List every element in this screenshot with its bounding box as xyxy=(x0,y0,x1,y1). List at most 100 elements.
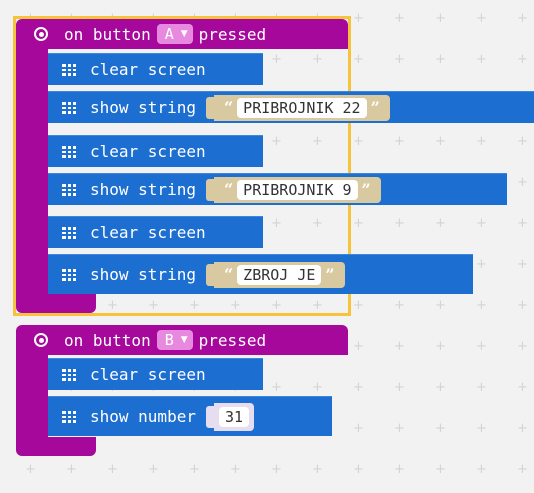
open-quote-icon: “ xyxy=(223,265,234,284)
grid-plus-mark: + xyxy=(476,462,487,477)
grid-plus-mark: + xyxy=(66,462,77,477)
target-icon xyxy=(34,333,48,347)
event-suffix: pressed xyxy=(198,24,267,44)
number-value-field[interactable]: 31 xyxy=(218,406,250,427)
show-string-block[interactable]: show string “ PRIBROJNIK 22 ” xyxy=(48,91,534,123)
grid-plus-mark: + xyxy=(271,52,282,67)
block-label: clear screen xyxy=(90,365,206,384)
grid-plus-mark: + xyxy=(476,11,487,26)
caret-down-icon: ▼ xyxy=(180,29,188,39)
grid-plus-mark: + xyxy=(148,462,159,477)
grid-plus-mark: + xyxy=(394,52,405,67)
event-prefix: on button xyxy=(64,24,151,44)
button-dropdown-value: A xyxy=(164,25,174,43)
grid-plus-mark: + xyxy=(394,216,405,231)
show-number-block[interactable]: show number 31 xyxy=(48,396,332,436)
event-suffix: pressed xyxy=(198,330,267,350)
grid-plus-mark: + xyxy=(353,380,364,395)
grid-plus-mark: + xyxy=(435,298,446,313)
grid-icon xyxy=(62,63,76,76)
grid-plus-mark: + xyxy=(394,380,405,395)
show-string-block[interactable]: show string “ PRIBROJNIK 9 ” xyxy=(48,173,507,205)
grid-plus-mark: + xyxy=(476,257,487,272)
block-label: show string xyxy=(90,265,196,284)
grid-plus-mark: + xyxy=(271,380,282,395)
grid-plus-mark: + xyxy=(394,134,405,149)
grid-plus-mark: + xyxy=(353,298,364,313)
string-literal[interactable]: “ PRIBROJNIK 9 ” xyxy=(213,176,381,203)
grid-plus-mark: + xyxy=(25,462,36,477)
grid-plus-mark: + xyxy=(353,339,364,354)
grid-icon xyxy=(62,183,76,196)
grid-plus-mark: + xyxy=(107,298,118,313)
grid-plus-mark: + xyxy=(312,298,323,313)
grid-plus-mark: + xyxy=(517,52,528,67)
grid-plus-mark: + xyxy=(394,339,405,354)
string-socket xyxy=(205,96,214,119)
string-value-field[interactable]: PRIBROJNIK 9 xyxy=(237,179,358,200)
grid-plus-mark: + xyxy=(517,298,528,313)
string-literal[interactable]: “ PRIBROJNIK 22 ” xyxy=(213,94,390,121)
grid-plus-mark: + xyxy=(271,462,282,477)
event-prefix: on button xyxy=(64,330,151,350)
grid-plus-mark: + xyxy=(435,52,446,67)
number-socket xyxy=(205,405,214,428)
clear-screen-block[interactable]: clear screen xyxy=(48,358,263,390)
clear-screen-block[interactable]: clear screen xyxy=(48,135,263,167)
grid-plus-mark: + xyxy=(394,298,405,313)
button-dropdown[interactable]: A ▼ xyxy=(156,24,193,44)
grid-plus-mark: + xyxy=(435,11,446,26)
grid-plus-mark: + xyxy=(517,175,528,190)
clear-screen-block[interactable]: clear screen xyxy=(48,216,263,248)
grid-plus-mark: + xyxy=(353,52,364,67)
grid-plus-mark: + xyxy=(476,421,487,436)
grid-plus-mark: + xyxy=(517,134,528,149)
grid-plus-mark: + xyxy=(476,339,487,354)
grid-plus-mark: + xyxy=(312,462,323,477)
close-quote-icon: ” xyxy=(370,98,380,117)
open-quote-icon: “ xyxy=(223,98,234,117)
clear-screen-block[interactable]: clear screen xyxy=(48,53,263,85)
grid-plus-mark: + xyxy=(476,380,487,395)
blocks-workspace[interactable]: + + + + + + + + + + + + + + + + + + + + + + + + + + + + + + + + + + + + + + + +… xyxy=(0,0,534,493)
grid-plus-mark: + xyxy=(353,421,364,436)
grid-icon xyxy=(62,145,76,158)
grid-plus-mark: + xyxy=(435,216,446,231)
block-label: clear screen xyxy=(90,142,206,161)
grid-plus-mark: + xyxy=(476,134,487,149)
event-button-b-pressed[interactable]: on button B ▼ pressed xyxy=(16,325,348,355)
grid-plus-mark: + xyxy=(435,380,446,395)
grid-plus-mark: + xyxy=(394,462,405,477)
number-literal[interactable]: 31 xyxy=(213,402,255,431)
grid-plus-mark: + xyxy=(435,421,446,436)
event-button-a-pressed[interactable]: on button A ▼ pressed xyxy=(16,19,348,49)
block-label: clear screen xyxy=(90,60,206,79)
grid-plus-mark: + xyxy=(271,216,282,231)
button-dropdown[interactable]: B ▼ xyxy=(156,330,193,350)
grid-icon xyxy=(62,101,76,114)
grid-plus-mark: + xyxy=(517,257,528,272)
grid-plus-mark: + xyxy=(353,462,364,477)
string-value-field[interactable]: PRIBROJNIK 22 xyxy=(237,97,367,118)
grid-icon xyxy=(62,268,76,281)
grid-plus-mark: + xyxy=(353,11,364,26)
grid-plus-mark: + xyxy=(148,298,159,313)
string-literal[interactable]: “ ZBROJ JE ” xyxy=(213,261,345,288)
grid-icon xyxy=(62,226,76,239)
grid-plus-mark: + xyxy=(353,134,364,149)
grid-plus-mark: + xyxy=(271,298,282,313)
grid-plus-mark: + xyxy=(476,298,487,313)
close-quote-icon: ” xyxy=(361,180,371,199)
grid-plus-mark: + xyxy=(394,421,405,436)
show-string-block[interactable]: show string “ ZBROJ JE ” xyxy=(48,254,473,294)
grid-plus-mark: + xyxy=(230,462,241,477)
block-label: show string xyxy=(90,98,196,117)
grid-plus-mark: + xyxy=(517,380,528,395)
grid-plus-mark: + xyxy=(394,11,405,26)
string-value-field[interactable]: ZBROJ JE xyxy=(237,264,322,285)
grid-plus-mark: + xyxy=(312,52,323,67)
grid-plus-mark: + xyxy=(476,52,487,67)
event-body-spine xyxy=(16,355,48,438)
grid-plus-mark: + xyxy=(230,298,241,313)
grid-plus-mark: + xyxy=(189,298,200,313)
